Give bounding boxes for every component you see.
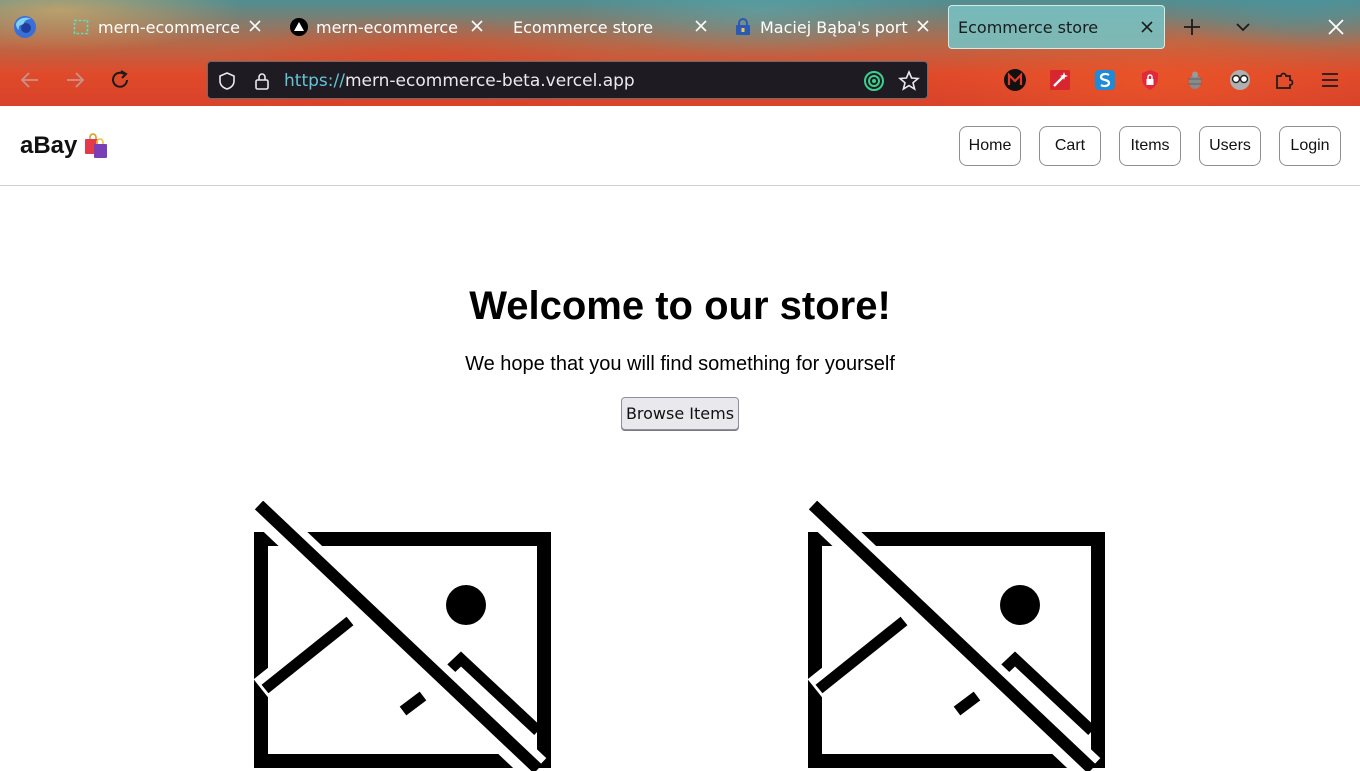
tab-1[interactable]: mern-ecommerce [62, 5, 272, 49]
back-arrow-icon[interactable] [17, 67, 43, 93]
broken-image-icon[interactable] [807, 501, 1107, 771]
site-header: aBay Home Cart Items Users Login [0, 106, 1360, 186]
nav-login-button[interactable]: Login [1279, 126, 1341, 166]
brand-name: aBay [20, 132, 78, 159]
hamburger-menu-icon[interactable] [1318, 68, 1342, 92]
close-tab-icon[interactable] [692, 17, 710, 35]
extension-s-icon[interactable] [1093, 68, 1117, 92]
hero-subtitle: We hope that you will find something for… [465, 353, 895, 375]
tab-4[interactable]: Maciej Bąba's port [726, 5, 940, 49]
lock-icon[interactable] [251, 70, 273, 92]
shopping-bags-icon [85, 133, 108, 158]
lock-bag-icon [734, 18, 752, 36]
extension-m-icon[interactable] [1003, 68, 1027, 92]
dashed-square-icon [72, 18, 90, 36]
tab-title: Maciej Bąba's port [760, 17, 908, 37]
close-tab-icon[interactable] [1138, 18, 1156, 36]
extension-lock-icon[interactable] [1138, 68, 1162, 92]
vercel-triangle-icon [290, 18, 308, 36]
target-extension-icon[interactable] [863, 70, 885, 92]
tab-2[interactable]: mern-ecommerce [282, 5, 494, 49]
bookmark-star-icon[interactable] [898, 70, 920, 92]
extension-wand-icon[interactable] [1048, 68, 1072, 92]
nav-users-button[interactable]: Users [1199, 126, 1261, 166]
close-tab-icon[interactable] [914, 17, 932, 35]
browser-chrome: mern-ecommerce mern-ecommerce Ecommerce … [0, 0, 1360, 106]
nav-cart-button[interactable]: Cart [1039, 126, 1101, 166]
tracking-shield-icon[interactable] [216, 70, 238, 92]
forward-arrow-icon[interactable] [62, 67, 88, 93]
hero-title: Welcome to our store! [469, 284, 891, 328]
tab-3[interactable]: Ecommerce store [504, 5, 718, 49]
url-bar[interactable]: https://mern-ecommerce-beta.vercel.app [207, 61, 928, 99]
nav-home-button[interactable]: Home [959, 126, 1021, 166]
tab-title: Ecommerce store [958, 17, 1099, 37]
extension-bug-icon[interactable] [1183, 68, 1207, 92]
navigation-toolbar: https://mern-ecommerce-beta.vercel.app [0, 54, 1360, 106]
new-tab-icon[interactable] [1179, 14, 1205, 40]
url-host: mern-ecommerce-beta.vercel.app [344, 71, 635, 91]
url-scheme: https:// [284, 71, 345, 91]
close-tab-icon[interactable] [468, 17, 486, 35]
tab-5-active[interactable]: Ecommerce store [948, 5, 1165, 49]
tab-title: mern-ecommerce [316, 17, 458, 37]
close-window-icon[interactable] [1323, 14, 1349, 40]
close-tab-icon[interactable] [246, 17, 264, 35]
browse-items-button[interactable]: Browse Items [621, 397, 739, 430]
tab-title: Ecommerce store [513, 17, 654, 37]
firefox-icon[interactable] [12, 14, 38, 40]
tab-strip: mern-ecommerce mern-ecommerce Ecommerce … [0, 0, 1360, 54]
tab-title: mern-ecommerce [98, 17, 240, 37]
extension-glasses-icon[interactable] [1228, 68, 1252, 92]
tab-list-chevron-down-icon[interactable] [1230, 14, 1256, 40]
web-page: aBay Home Cart Items Users Login Welcome… [0, 106, 1360, 771]
extensions-puzzle-icon[interactable] [1273, 68, 1297, 92]
reload-icon[interactable] [107, 67, 133, 93]
brand-logo[interactable]: aBay [20, 132, 109, 160]
broken-image-icon[interactable] [253, 501, 553, 771]
nav-items-button[interactable]: Items [1119, 126, 1181, 166]
url-text[interactable]: https://mern-ecommerce-beta.vercel.app [284, 71, 635, 91]
